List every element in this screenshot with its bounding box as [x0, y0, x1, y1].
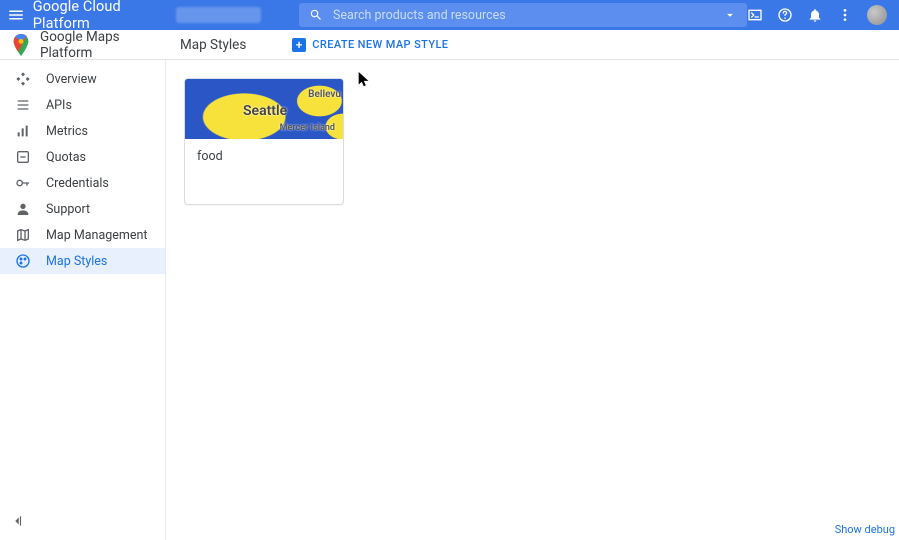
avatar[interactable] — [867, 5, 887, 25]
sidebar-item-apis[interactable]: APIs — [0, 92, 165, 118]
sidebar: Overview APIs Metrics Quotas Credentials… — [0, 60, 166, 540]
gcp-header: Google Cloud Platform — [0, 0, 899, 30]
sidebar-item-credentials[interactable]: Credentials — [0, 170, 165, 196]
hamburger-icon — [7, 6, 25, 24]
maps-pin-icon — [12, 34, 30, 56]
sidebar-item-label: Overview — [46, 72, 97, 87]
search-icon — [309, 8, 323, 22]
cursor-icon — [358, 72, 370, 88]
collapse-sidebar-button[interactable] — [10, 513, 24, 532]
list-icon — [14, 97, 32, 113]
thumb-label-bellevue: Bellevu — [308, 89, 341, 100]
sidebar-item-metrics[interactable]: Metrics — [0, 118, 165, 144]
sidebar-item-quotas[interactable]: Quotas — [0, 144, 165, 170]
search-input[interactable] — [333, 8, 723, 23]
cloud-shell-icon[interactable] — [747, 7, 763, 23]
sidebar-item-map-management[interactable]: Map Management — [0, 222, 165, 248]
sidebar-item-map-styles[interactable]: Map Styles — [0, 248, 165, 274]
main-content: Seattle Bellevu Mercer Island food Show … — [166, 60, 899, 540]
help-icon[interactable] — [777, 7, 793, 23]
search-bar[interactable] — [299, 3, 747, 27]
thumb-label-mercer: Mercer Island — [280, 123, 335, 133]
chevron-left-icon — [10, 514, 24, 528]
sidebar-item-label: Quotas — [46, 150, 86, 165]
map-style-card[interactable]: Seattle Bellevu Mercer Island food — [184, 78, 344, 205]
product-bar: Google Maps Platform Map Styles + CREATE… — [0, 30, 899, 60]
sidebar-item-label: Metrics — [46, 124, 88, 139]
sidebar-item-support[interactable]: Support — [0, 196, 165, 222]
sidebar-item-label: Credentials — [46, 176, 109, 191]
overview-icon — [14, 71, 32, 87]
show-debug-link[interactable]: Show debug — [835, 523, 895, 536]
map-icon — [14, 227, 32, 243]
create-map-style-button[interactable]: + CREATE NEW MAP STYLE — [292, 38, 448, 52]
quota-icon — [14, 149, 32, 165]
sidebar-item-label: Map Styles — [46, 254, 107, 269]
product-name: Google Maps Platform — [40, 29, 166, 61]
notifications-icon[interactable] — [807, 7, 823, 23]
sidebar-item-label: APIs — [46, 98, 72, 113]
palette-icon — [14, 253, 32, 269]
key-icon — [14, 175, 32, 191]
map-style-title: food — [185, 139, 343, 204]
project-selector[interactable] — [176, 7, 261, 23]
bar-chart-icon — [14, 123, 32, 139]
menu-button[interactable] — [4, 6, 29, 24]
thumb-label-seattle: Seattle — [243, 103, 287, 119]
sidebar-item-overview[interactable]: Overview — [0, 66, 165, 92]
sidebar-item-label: Support — [46, 202, 90, 217]
sidebar-item-label: Map Management — [46, 228, 147, 243]
chevron-down-icon[interactable] — [723, 8, 737, 22]
header-actions — [747, 5, 887, 25]
person-icon — [14, 201, 32, 217]
page-title: Map Styles — [180, 37, 246, 53]
gcp-title: Google Cloud Platform — [33, 0, 164, 32]
map-style-thumbnail: Seattle Bellevu Mercer Island — [185, 79, 343, 139]
more-icon[interactable] — [837, 7, 853, 23]
plus-icon: + — [292, 38, 306, 52]
create-map-style-label: CREATE NEW MAP STYLE — [312, 38, 448, 51]
